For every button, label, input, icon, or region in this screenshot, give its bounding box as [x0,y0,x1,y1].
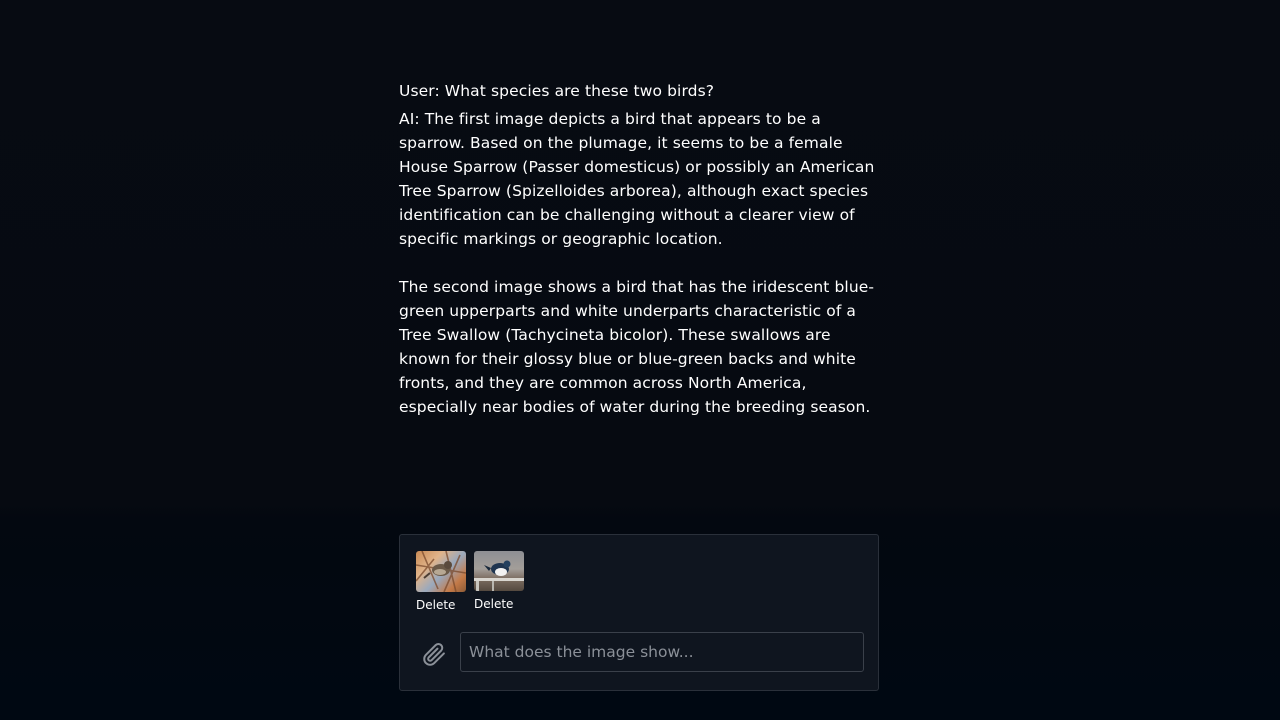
ai-message-paragraph: AI: The first image depicts a bird that … [399,110,875,248]
ai-message: AI: The first image depicts a bird that … [399,107,881,419]
attachment-item: Delete [474,551,524,612]
delete-attachment-button[interactable]: Delete [416,598,455,612]
attachment-item: Delete [416,551,466,612]
swallow-image-thumbnail [474,551,524,591]
ai-message-paragraph: The second image shows a bird that has t… [399,278,875,416]
delete-attachment-button[interactable]: Delete [474,597,513,611]
user-message: User: What species are these two birds? [399,82,715,100]
input-row [416,632,864,674]
chat-page: User: What species are these two birds? … [0,0,1280,720]
message-composer: Delete Delete [399,534,879,691]
sparrow-illustration [416,551,466,592]
message-input[interactable] [460,632,864,672]
conversation: User: What species are these two birds? … [399,79,881,419]
sparrow-image-thumbnail [416,551,466,592]
swallow-illustration [474,560,524,591]
attachment-list: Delete Delete [416,551,524,612]
paperclip-icon[interactable] [420,640,448,668]
